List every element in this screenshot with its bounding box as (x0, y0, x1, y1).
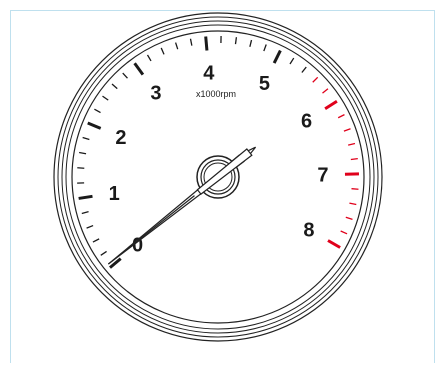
unit-label: x1000rpm (196, 89, 236, 99)
numeral-1: 1 (109, 183, 120, 205)
major-tick (204, 36, 209, 51)
numeral-6: 6 (301, 111, 312, 133)
minor-tick (350, 157, 358, 161)
numeral-2: 2 (115, 127, 126, 149)
minor-tick (234, 37, 238, 45)
numeral-4: 4 (203, 62, 215, 84)
major-tick (78, 194, 93, 200)
numeral-5: 5 (259, 73, 270, 95)
tachometer-gauge: 01234 5678 x1000rpm (53, 12, 383, 342)
minor-tick (351, 188, 359, 190)
numeral-8: 8 (303, 220, 314, 242)
numeral-7: 7 (317, 165, 328, 187)
numeral-3: 3 (150, 82, 161, 104)
